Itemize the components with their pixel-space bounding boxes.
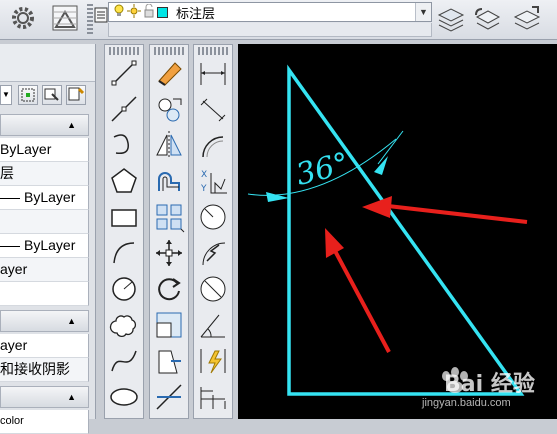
collapse-icon[interactable]: ▲ (67, 392, 76, 402)
quick-select-icon[interactable] (42, 85, 62, 105)
mirror-icon[interactable] (153, 129, 185, 161)
construction-line-icon[interactable] (108, 93, 140, 125)
property-layer[interactable]: 层 (0, 162, 89, 186)
draw-toolbar (104, 44, 144, 419)
ellipse-icon[interactable] (108, 381, 140, 413)
arc-length-icon[interactable] (197, 129, 229, 161)
jogged-dimension-icon[interactable] (197, 237, 229, 269)
property-material[interactable]: ayer (0, 334, 89, 358)
red-annotation-arrow-1 (387, 204, 528, 224)
toolbar-grip[interactable] (154, 47, 184, 55)
collapse-icon[interactable]: ▲ (67, 316, 76, 326)
modify-toolbar (149, 44, 189, 419)
ribbon-toolbar: 标注层 ▼ (0, 0, 557, 40)
ordinate-dimension-icon[interactable]: XY (197, 165, 229, 197)
array-icon[interactable] (153, 201, 185, 233)
offset-icon[interactable] (153, 165, 185, 197)
layout-grid-icon[interactable] (50, 3, 80, 33)
triangle-geometry[interactable] (287, 64, 525, 396)
baseline-dimension-icon[interactable] (197, 381, 229, 413)
lock-icon[interactable] (143, 3, 155, 21)
current-layer-name: 标注层 (176, 5, 216, 21)
properties-panel: ▼ ▲ ByLayer 层 ByLayer ByLayer ayer ▲ aye… (0, 44, 96, 434)
arc-icon[interactable] (108, 237, 140, 269)
collapse-icon[interactable]: ▲ (67, 120, 76, 130)
revision-cloud-icon[interactable] (108, 309, 140, 341)
3d-visualization-section-header[interactable]: ▲ (0, 310, 89, 332)
rotate-icon[interactable] (153, 273, 185, 305)
toggle-pickadd-icon[interactable] (66, 85, 86, 105)
spline-icon[interactable] (108, 345, 140, 377)
chevron-down-icon[interactable]: ▼ (415, 3, 431, 21)
circle-icon[interactable] (108, 273, 140, 305)
dimension-arrowhead-right (374, 156, 388, 175)
property-linetype-scale[interactable] (0, 210, 89, 234)
property-linetype[interactable]: ByLayer (0, 186, 89, 210)
select-objects-icon[interactable] (18, 85, 38, 105)
lightbulb-icon[interactable] (113, 4, 125, 21)
sun-freeze-icon[interactable] (127, 3, 141, 21)
radius-dimension-icon[interactable] (197, 201, 229, 233)
layer-properties-icon[interactable] (93, 2, 109, 36)
plot-style-section-header[interactable]: ▲ (0, 386, 89, 408)
general-section-header[interactable]: ▲ (0, 114, 89, 136)
red-annotation-arrow-2 (332, 248, 391, 353)
toolbar-grip[interactable] (109, 47, 139, 55)
dimension-arrowhead-left (266, 192, 289, 202)
layer-state-icon[interactable] (436, 3, 466, 33)
layer-combo-secondary (108, 23, 432, 37)
scale-icon[interactable] (153, 309, 185, 341)
gear-icon[interactable] (8, 3, 38, 33)
property-shadow-display[interactable]: 和接收阴影 (0, 358, 89, 382)
stretch-icon[interactable] (153, 345, 185, 377)
rectangle-icon[interactable] (108, 201, 140, 233)
polyline-icon[interactable] (108, 129, 140, 161)
property-plot-color[interactable]: color (0, 410, 89, 434)
property-lineweight[interactable]: ByLayer (0, 234, 89, 258)
line-tool-icon[interactable] (108, 57, 140, 89)
aligned-dimension-icon[interactable] (197, 93, 229, 125)
dimension-toolbar: XY (193, 44, 233, 419)
svg-text:Y: Y (200, 184, 207, 194)
dimension-extension-line (377, 130, 404, 165)
watermark-url: jingyan.baidu.com (422, 397, 511, 409)
layer-color-swatch (157, 6, 168, 18)
svg-text:X: X (201, 170, 207, 180)
polygon-icon[interactable] (108, 165, 140, 197)
move-icon[interactable] (153, 237, 185, 269)
trim-icon[interactable] (153, 381, 185, 413)
drawing-canvas[interactable]: 36° Bai 经验 jingyan.baidu.com (238, 44, 557, 419)
property-color[interactable]: ByLayer (0, 138, 89, 162)
layer-isolate-icon[interactable] (512, 3, 542, 33)
layer-previous-icon[interactable] (472, 3, 502, 33)
watermark-brand: Bai 经验 (444, 372, 535, 397)
property-plot-style[interactable]: ayer (0, 258, 89, 282)
properties-header (0, 44, 95, 82)
quick-dimension-icon[interactable] (197, 345, 229, 377)
toolbar-grip[interactable] (198, 47, 228, 55)
red-annotation-arrow-1-head (362, 196, 392, 218)
angular-dimension-icon[interactable] (197, 309, 229, 341)
erase-icon[interactable] (153, 57, 185, 89)
linear-dimension-icon[interactable] (197, 57, 229, 89)
property-transparency[interactable] (0, 282, 89, 306)
layer-dropdown[interactable]: 标注层 ▼ (108, 2, 432, 22)
diameter-dimension-icon[interactable] (197, 273, 229, 305)
copy-icon[interactable] (153, 93, 185, 125)
chevron-down-icon[interactable]: ▼ (0, 85, 12, 105)
